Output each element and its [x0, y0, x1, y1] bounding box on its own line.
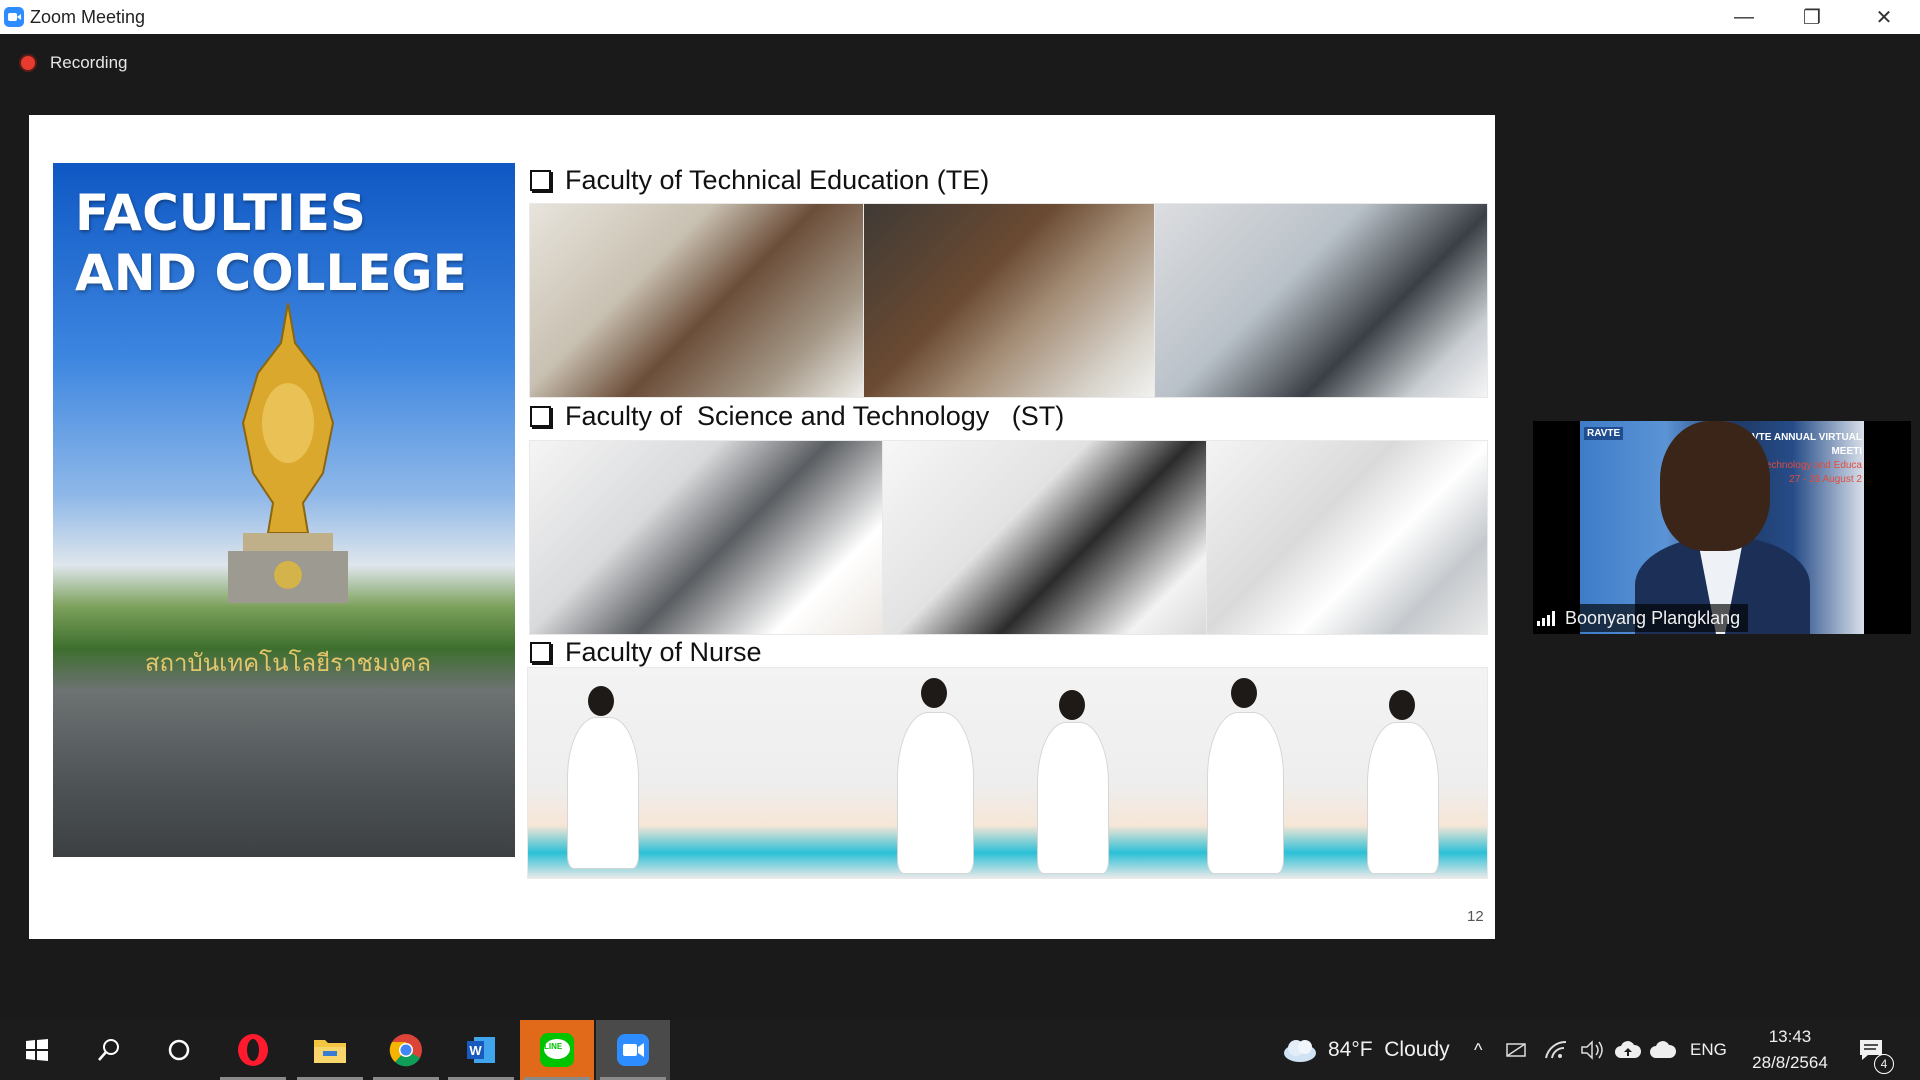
nurse-figure [568, 718, 638, 868]
recording-label[interactable]: Recording [50, 53, 128, 73]
notifications-icon[interactable]: 4 [1858, 1020, 1894, 1080]
line-icon-label: LINE [544, 1042, 563, 1051]
restore-button[interactable]: ❐ [1778, 0, 1846, 34]
bluetooth-icon[interactable] [1505, 1020, 1529, 1080]
stone-inscription: สถาบันเทคโนโลยีราชมงคล [144, 649, 432, 677]
nurse-figure [1038, 723, 1108, 873]
weather-widget[interactable]: 84°F Cloudy [1282, 1020, 1450, 1080]
slide-page-number: 12 [1467, 908, 1484, 925]
clock[interactable]: 13:43 28/8/2564 [1740, 1020, 1840, 1080]
chrome-icon[interactable] [369, 1020, 443, 1080]
participant-face [1660, 421, 1770, 551]
hero-photo: FACULTIES AND COLLEGE สถาบันเทคโนโลยีราช… [53, 163, 515, 857]
onedrive-icon[interactable] [1650, 1020, 1676, 1080]
participant-name: Boonyang Plangklang [1565, 607, 1741, 628]
wifi-icon[interactable] [1544, 1020, 1568, 1080]
heading-st-text: Faculty of Science and Technology (ST) [565, 401, 1065, 431]
search-icon[interactable] [72, 1020, 146, 1080]
svg-text:W: W [469, 1043, 482, 1058]
te-photo-3 [1154, 203, 1488, 398]
windows-taskbar: W LINE 84°F Cloudy ^ ENG 13:43 28/8/2564… [0, 1020, 1920, 1080]
zoom-app-icon [4, 7, 24, 27]
cortana-icon[interactable] [142, 1020, 216, 1080]
st-photo-2 [882, 440, 1207, 635]
st-photo-3 [1206, 440, 1488, 635]
cloud-icon [1284, 1040, 1316, 1062]
recording-icon[interactable] [21, 56, 35, 70]
bullet-checkbox-icon [530, 642, 551, 663]
file-explorer-icon[interactable] [293, 1020, 367, 1080]
nurse-figure [1368, 723, 1438, 873]
windows-start-icon[interactable] [0, 1020, 74, 1080]
show-hidden-icons-icon[interactable]: ^ [1474, 1020, 1482, 1080]
nurse-photo [527, 667, 1488, 879]
notification-count-badge: 4 [1874, 1054, 1894, 1074]
participant-name-tag: Boonyang Plangklang [1533, 604, 1749, 632]
heading-nurse: Faculty of Nurse [530, 637, 762, 668]
monument-image [228, 303, 348, 603]
shared-slide: FACULTIES AND COLLEGE สถาบันเทคโนโลยีราช… [29, 115, 1495, 939]
window-title: Zoom Meeting [30, 7, 146, 27]
volume-icon[interactable] [1580, 1020, 1606, 1080]
nurse-head [1389, 690, 1415, 720]
opera-icon[interactable] [216, 1020, 290, 1080]
heading-te: Faculty of Technical Education (TE) [530, 165, 989, 196]
line-app-icon[interactable]: LINE [520, 1020, 594, 1080]
bullet-checkbox-icon [530, 406, 551, 427]
st-photo-1 [529, 440, 883, 635]
bullet-checkbox-icon [530, 170, 551, 191]
te-photo-2 [863, 203, 1155, 398]
student-figure [898, 713, 973, 873]
weather-text: 84°F Cloudy [1328, 1038, 1450, 1061]
heading-nurse-text: Faculty of Nurse [565, 637, 762, 667]
participant-video-tile[interactable]: RAVTE RAVTE ANNUAL VIRTUAL MEETI ersity … [1533, 421, 1911, 634]
heading-st: Faculty of Science and Technology (ST) [530, 401, 1064, 432]
student-figure [1208, 713, 1283, 873]
participant-video: RAVTE RAVTE ANNUAL VIRTUAL MEETI ersity … [1580, 421, 1864, 634]
slide-title: FACULTIES AND COLLEGE [75, 184, 467, 302]
student-head [1231, 678, 1257, 708]
nurse-head [1059, 690, 1085, 720]
language-indicator[interactable]: ENG [1690, 1020, 1727, 1080]
minimize-button[interactable]: — [1710, 0, 1778, 34]
clock-date: 28/8/2564 [1752, 1053, 1828, 1072]
cloud-upload-icon[interactable] [1615, 1020, 1641, 1080]
clock-time: 13:43 [1768, 1027, 1812, 1046]
te-photo-1 [529, 203, 864, 398]
zoom-taskbar-icon[interactable] [596, 1020, 670, 1080]
signal-bars-icon [1537, 610, 1557, 626]
title-bar[interactable]: Zoom Meeting — ❐ ✕ [0, 0, 1920, 34]
nurse-head [588, 686, 614, 716]
student-head [921, 678, 947, 708]
close-button[interactable]: ✕ [1850, 0, 1918, 34]
word-icon[interactable]: W [444, 1020, 518, 1080]
heading-te-text: Faculty of Technical Education (TE) [565, 165, 990, 195]
virtual-bg-logo: RAVTE [1584, 427, 1624, 440]
